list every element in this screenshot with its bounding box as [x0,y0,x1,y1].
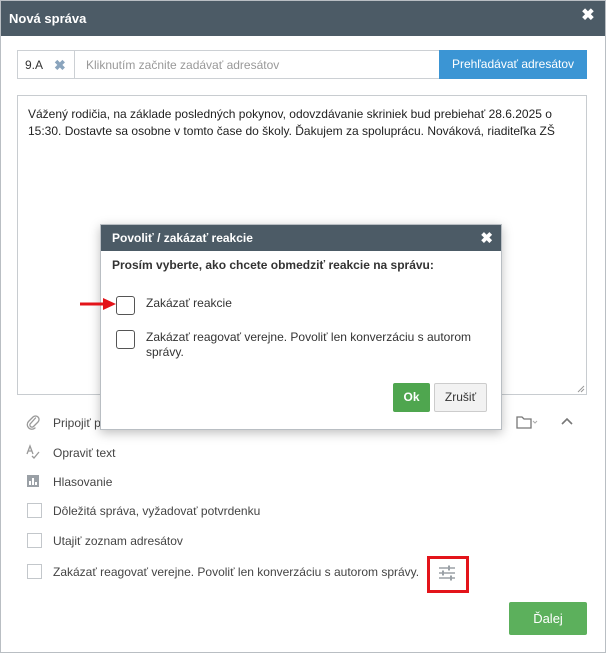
recipient-chip: 9.A ✖ [18,51,75,78]
spellcheck-icon [26,444,40,459]
disable-reactions-label: Zakázať reakcie [146,296,232,310]
disable-public-replies-option[interactable]: Zakázať reagovať verejne. Povoliť len ko… [25,562,425,582]
arrow-right-icon [80,298,116,310]
disable-public-replies-checkbox[interactable] [27,564,42,579]
close-icon[interactable]: ✖ [480,229,493,247]
disable-public-replies-label: Zakázať reagovať verejne. Povoliť len ko… [53,565,420,579]
poll-option[interactable]: Hlasovanie [25,472,245,492]
modal-title: Povoliť / zakázať reakcie [112,231,253,245]
message-body-text: Vážený rodičia, na základe posledných po… [28,107,555,138]
recipient-chip-label: 9.A [25,58,44,72]
disable-public-reactions-checkbox[interactable] [116,330,135,349]
disable-public-reactions-label: Zakázať reagovať verejne. Povoliť len ko… [146,330,471,359]
hide-recipients-checkbox[interactable] [27,533,42,548]
important-message-label: Dôležitá správa, vyžadovať potvrdenku [53,504,261,518]
poll-label: Hlasovanie [53,475,113,489]
next-button[interactable]: Ďalej [509,602,587,635]
correct-text-label: Opraviť text [53,446,116,460]
attach-file-label: Pripojiť p [53,416,101,430]
recipient-search-input[interactable] [80,51,437,78]
hide-recipients-option[interactable]: Utajiť zoznam adresátov [25,531,345,551]
paperclip-icon [26,415,40,430]
dialog-title: Nová správa [9,11,87,26]
cancel-button[interactable]: Zrušiť [434,383,487,412]
ok-button[interactable]: Ok [393,383,430,412]
remove-icon[interactable]: ✖ [54,57,66,74]
important-message-checkbox[interactable] [27,503,42,518]
chevron-up-icon[interactable] [559,414,575,430]
important-message-option[interactable]: Dôležitá správa, vyžadovať potvrdenku [25,501,345,521]
recipients-bar: 9.A ✖ Prehľadávať adresátov [17,50,587,79]
modal-prompt: Prosím vyberte, ako chcete obmedziť reak… [112,258,434,272]
disable-reactions-checkbox[interactable] [116,296,135,315]
bar-chart-icon [27,475,39,487]
resize-grip-icon[interactable] [577,385,585,393]
modal-titlebar: Povoliť / zakázať reakcie ✖ [101,225,501,251]
reactions-modal: Povoliť / zakázať reakcie ✖ Prosím vyber… [100,224,502,430]
hide-recipients-label: Utajiť zoznam adresátov [53,534,183,548]
close-icon[interactable]: ✖ [581,8,595,24]
dialog-titlebar: Nová správa ✖ [1,1,605,36]
sliders-icon[interactable] [437,564,457,582]
correct-text-option[interactable]: Opraviť text [25,443,245,463]
folder-icon[interactable] [516,414,538,430]
browse-recipients-button[interactable]: Prehľadávať adresátov [439,50,587,79]
